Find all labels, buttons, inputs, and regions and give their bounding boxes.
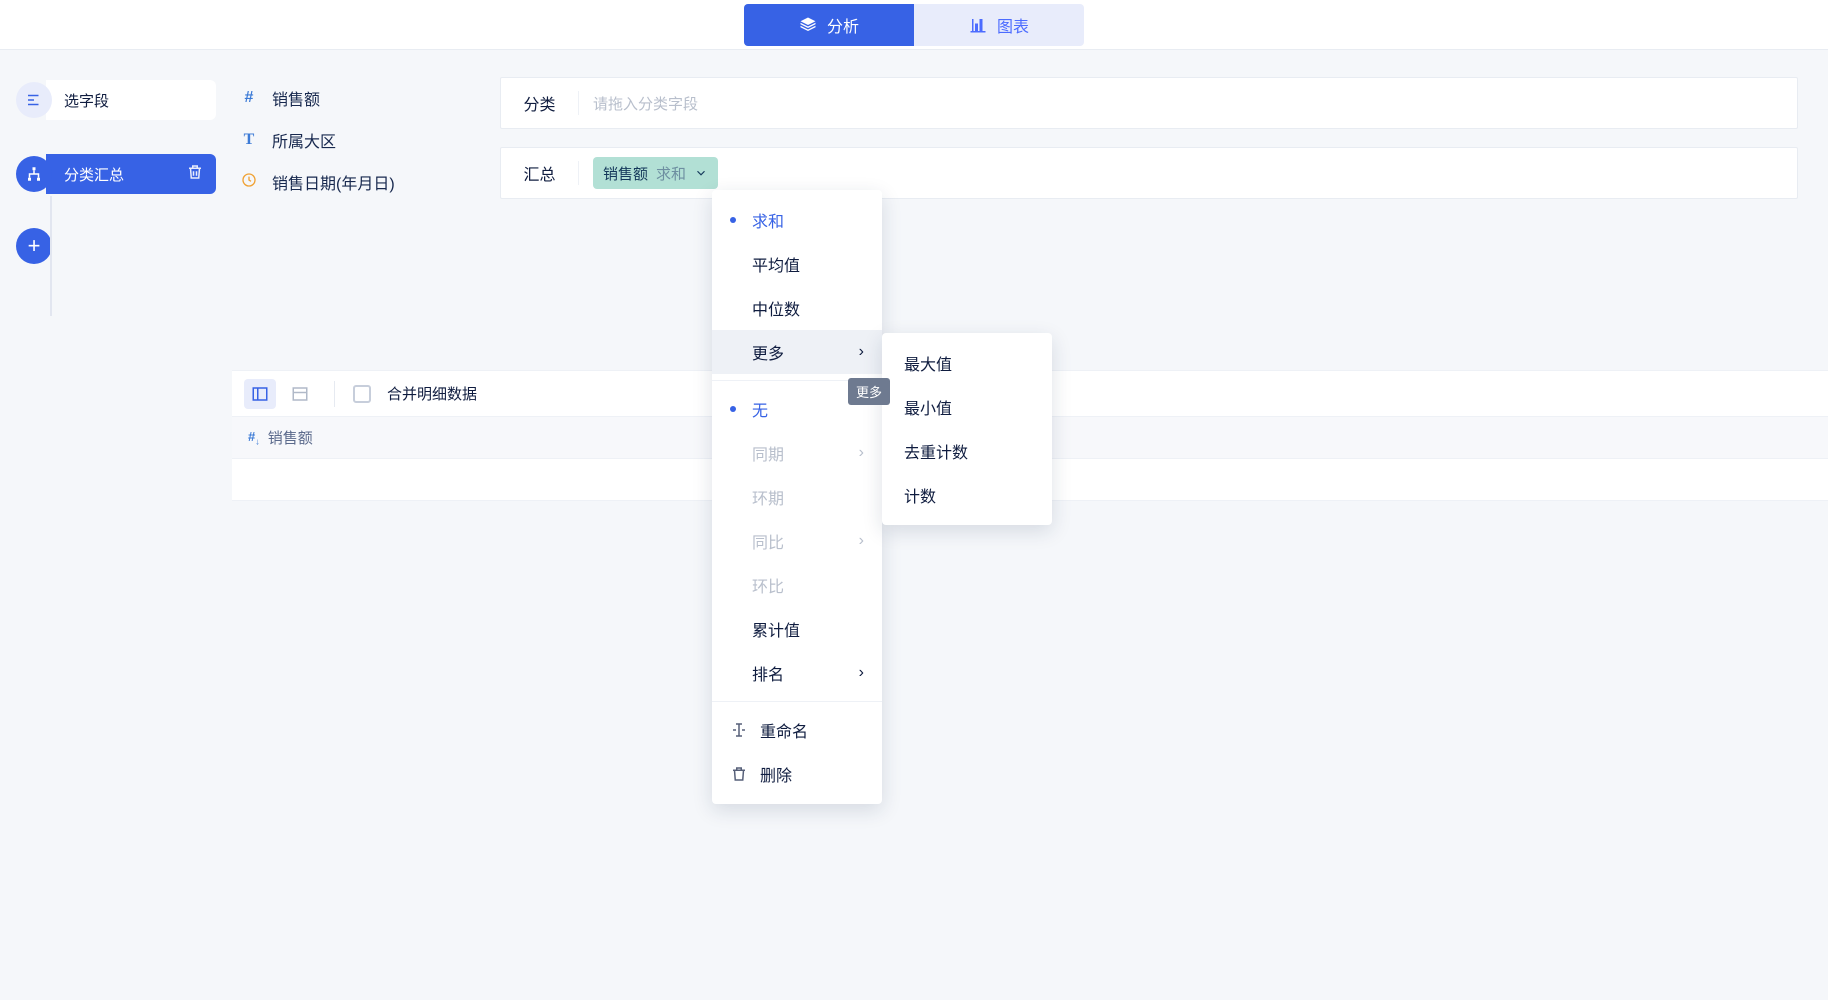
- chart-icon: [969, 16, 987, 34]
- category-zone[interactable]: 分类 请拖入分类字段: [500, 77, 1798, 129]
- plus-icon: +: [28, 233, 41, 259]
- trash-icon: [186, 163, 204, 181]
- submenu-count[interactable]: 计数: [882, 473, 1052, 517]
- rename-icon: [730, 721, 748, 739]
- menu-ring-period: 环期: [712, 475, 882, 519]
- aggregation-menu: 求和 平均值 中位数 更多 › 无 同期 › 环期 同比 › 环比 累计值 排名…: [712, 190, 882, 804]
- field-sale-date[interactable]: 销售日期(年月日): [240, 161, 490, 203]
- chevron-down-icon: [694, 166, 708, 180]
- field-region[interactable]: T 所属大区: [240, 119, 490, 161]
- tooltip-more: 更多: [848, 378, 890, 405]
- hierarchy-icon: [16, 156, 52, 192]
- category-zone-label: 分类: [501, 91, 579, 115]
- layout-top-icon: [291, 385, 309, 403]
- top-bar: 分析 图表: [0, 0, 1828, 50]
- delete-step-button[interactable]: [186, 163, 204, 185]
- separator: [334, 381, 335, 407]
- rail-connector: [50, 196, 52, 316]
- field-label: 销售日期(年月日): [272, 170, 395, 194]
- submenu-max[interactable]: 最大值: [882, 341, 1052, 385]
- menu-delete[interactable]: 删除: [712, 752, 882, 796]
- menu-rank[interactable]: 排名 ›: [712, 651, 882, 695]
- step-select-fields[interactable]: 选字段: [16, 80, 216, 120]
- step-group-summary-label: 分类汇总: [46, 154, 216, 194]
- field-sales-amount[interactable]: # 销售额: [240, 77, 490, 119]
- menu-rename[interactable]: 重命名: [712, 708, 882, 752]
- field-label: 所属大区: [272, 128, 336, 152]
- menu-avg[interactable]: 平均值: [712, 242, 882, 286]
- text-icon: T: [240, 131, 258, 149]
- menu-cumulative[interactable]: 累计值: [712, 607, 882, 651]
- number-icon: #: [240, 89, 258, 107]
- more-submenu: 最大值 最小值 去重计数 计数: [882, 333, 1052, 525]
- fields-list: # 销售额 T 所属大区 销售日期(年月日): [240, 77, 490, 203]
- merge-detail-label: 合并明细数据: [387, 383, 477, 404]
- menu-median[interactable]: 中位数: [712, 286, 882, 330]
- step-rail: 选字段 分类汇总 +: [16, 80, 216, 264]
- tab-analysis[interactable]: 分析: [744, 4, 914, 46]
- layout-columns-button[interactable]: [244, 379, 276, 409]
- filter-icon: [16, 82, 52, 118]
- layout-left-icon: [251, 385, 269, 403]
- layers-icon: [799, 16, 817, 34]
- chevron-right-icon: ›: [859, 444, 864, 462]
- step-group-summary[interactable]: 分类汇总: [16, 154, 216, 194]
- add-step-button[interactable]: +: [16, 228, 52, 264]
- drop-zones: 分类 请拖入分类字段 汇总 销售额 求和: [500, 77, 1798, 217]
- chip-aggregation: 求和: [656, 163, 686, 184]
- chevron-right-icon: ›: [859, 664, 864, 682]
- menu-sum[interactable]: 求和: [712, 198, 882, 242]
- menu-yoy: 同比 ›: [712, 519, 882, 563]
- chip-name: 销售额: [603, 163, 648, 184]
- summary-zone[interactable]: 汇总 销售额 求和: [500, 147, 1798, 199]
- clock-icon: [240, 172, 258, 193]
- submenu-min[interactable]: 最小值: [882, 385, 1052, 429]
- tab-analysis-label: 分析: [827, 13, 859, 37]
- chevron-right-icon: ›: [859, 343, 864, 361]
- summary-chip-sales[interactable]: 销售额 求和: [593, 157, 718, 189]
- menu-same-period: 同期 ›: [712, 431, 882, 475]
- tab-chart-label: 图表: [997, 13, 1029, 37]
- menu-mom: 环比: [712, 563, 882, 607]
- trash-icon: [730, 765, 748, 783]
- menu-more[interactable]: 更多 ›: [712, 330, 882, 374]
- number-sort-icon[interactable]: #↓: [248, 429, 260, 447]
- chevron-right-icon: ›: [859, 532, 864, 550]
- summary-zone-label: 汇总: [501, 161, 579, 185]
- merge-detail-checkbox[interactable]: [353, 385, 371, 403]
- field-label: 销售额: [272, 86, 320, 110]
- menu-separator: [712, 701, 882, 702]
- step-select-fields-label: 选字段: [46, 80, 216, 120]
- column-header-sales[interactable]: 销售额: [268, 427, 313, 448]
- tab-chart[interactable]: 图表: [914, 4, 1084, 46]
- top-tabs: 分析 图表: [744, 4, 1084, 46]
- layout-header-button[interactable]: [284, 379, 316, 409]
- category-placeholder: 请拖入分类字段: [593, 93, 698, 114]
- submenu-distinct-count[interactable]: 去重计数: [882, 429, 1052, 473]
